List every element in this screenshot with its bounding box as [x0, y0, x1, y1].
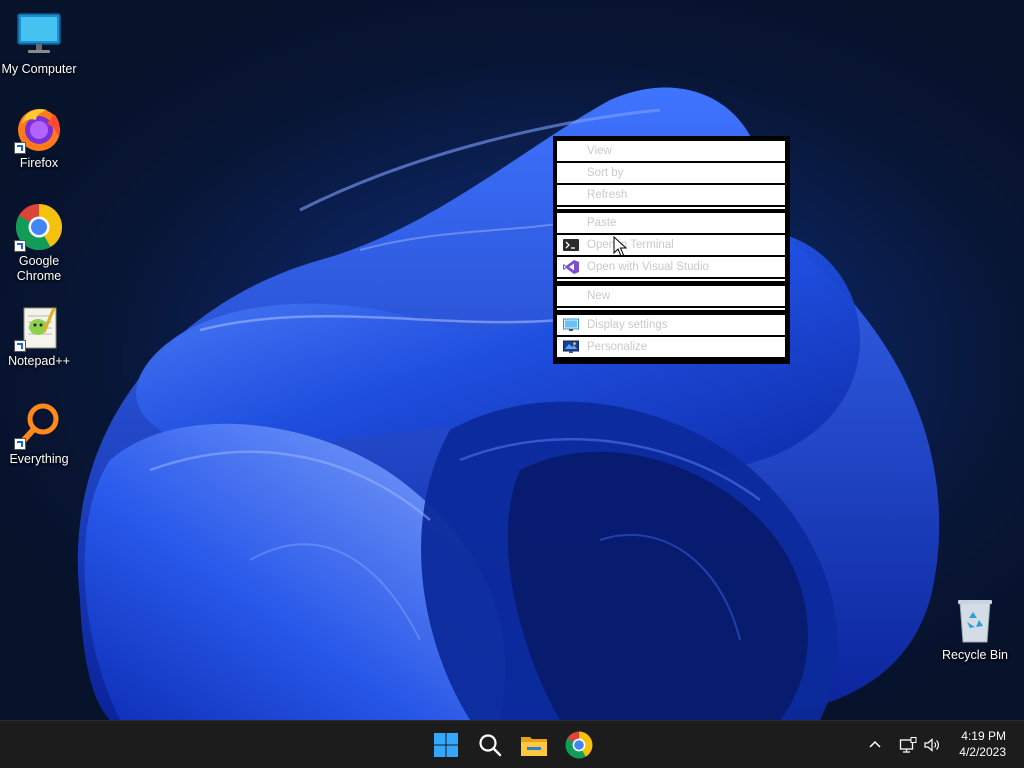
menu-separator: [557, 308, 785, 310]
desktop-icon-label: Google Chrome: [16, 254, 62, 283]
taskbar-clock[interactable]: 4:19 PM 4/2/2023: [959, 728, 1006, 760]
shortcut-arrow-icon: [14, 240, 26, 252]
desktop-icon-google-chrome[interactable]: Google Chrome: [0, 202, 78, 284]
clock-time: 4:19 PM: [961, 729, 1006, 743]
desktop-icon-label: Notepad++: [8, 354, 70, 368]
menu-item-label: Open in Terminal: [587, 239, 674, 251]
file-explorer-icon: [521, 737, 547, 756]
menu-item-open-with-visual-studio[interactable]: Open with Visual Studio: [557, 257, 785, 277]
menu-item-label: New: [587, 290, 611, 302]
desktop-icon-everything[interactable]: Everything: [0, 400, 78, 467]
desktop-icon-firefox[interactable]: Firefox: [0, 104, 78, 171]
visual-studio-icon: [563, 260, 579, 274]
menu-item-label: Refresh: [587, 189, 628, 201]
desktop-icon-my-computer[interactable]: My Computer: [0, 10, 78, 77]
clock-date: 4/2/2023: [959, 745, 1006, 759]
menu-separator: [557, 279, 785, 281]
everything-search-icon: [14, 400, 64, 450]
desktop-icon-label: Recycle Bin: [942, 648, 1008, 662]
desktop-icon-recycle-bin[interactable]: Recycle Bin: [936, 596, 1014, 663]
network-button[interactable]: [899, 736, 917, 754]
menu-item-refresh[interactable]: Refresh: [557, 185, 785, 205]
desktop-icon-label: Firefox: [19, 156, 59, 170]
volume-icon: [924, 738, 939, 752]
menu-item-display-settings[interactable]: Display settings: [557, 315, 785, 335]
desktop-icon-label: My Computer: [1, 62, 77, 76]
chrome-icon: [565, 731, 593, 759]
taskbar: 4:19 PM 4/2/2023: [0, 720, 1024, 768]
menu-item-sort-by[interactable]: Sort by: [557, 163, 785, 183]
chrome-icon: [14, 202, 64, 252]
windows-start-icon: [434, 733, 458, 757]
menu-item-personalize[interactable]: Personalize: [557, 337, 785, 357]
network-icon: [899, 737, 917, 753]
menu-item-label: Display settings: [587, 319, 668, 331]
search-button[interactable]: [474, 729, 506, 761]
menu-item-new[interactable]: New: [557, 286, 785, 306]
monitor-icon: [14, 10, 64, 60]
menu-item-open-in-terminal[interactable]: Open in Terminal: [557, 235, 785, 255]
personalize-icon: [563, 340, 579, 354]
desktop-context-menu: View Sort by Refresh Paste Open in Termi…: [553, 136, 790, 364]
menu-item-label: Open with Visual Studio: [587, 261, 709, 273]
desktop-icon-notepad-plus-plus[interactable]: Notepad++: [0, 302, 78, 369]
desktop-icon-label: Everything: [9, 452, 69, 466]
file-explorer-button[interactable]: [518, 729, 550, 761]
notepad-plus-plus-icon: [14, 302, 64, 352]
shortcut-arrow-icon: [14, 340, 26, 352]
menu-item-label: Sort by: [587, 167, 624, 179]
menu-item-label: Personalize: [587, 341, 648, 353]
recycle-bin-icon: [950, 596, 1000, 646]
display-settings-icon: [563, 318, 579, 332]
menu-item-label: Paste: [587, 217, 617, 229]
bloom-graphic: [77, 87, 940, 720]
firefox-icon: [14, 104, 64, 154]
shortcut-arrow-icon: [14, 438, 26, 450]
chevron-up-icon: [869, 740, 881, 748]
terminal-icon: [563, 238, 579, 252]
search-icon: [479, 734, 502, 757]
volume-button[interactable]: [923, 736, 941, 754]
mouse-cursor-icon: [613, 235, 628, 258]
desktop-wallpaper: [0, 0, 1024, 720]
menu-separator: [557, 207, 785, 209]
shortcut-arrow-icon: [14, 142, 26, 154]
menu-item-view[interactable]: View: [557, 141, 785, 161]
start-button[interactable]: [430, 729, 462, 761]
menu-item-label: View: [587, 145, 612, 157]
show-hidden-icons-button[interactable]: [867, 736, 883, 752]
chrome-taskbar-button[interactable]: [563, 729, 595, 761]
menu-item-paste[interactable]: Paste: [557, 213, 785, 233]
